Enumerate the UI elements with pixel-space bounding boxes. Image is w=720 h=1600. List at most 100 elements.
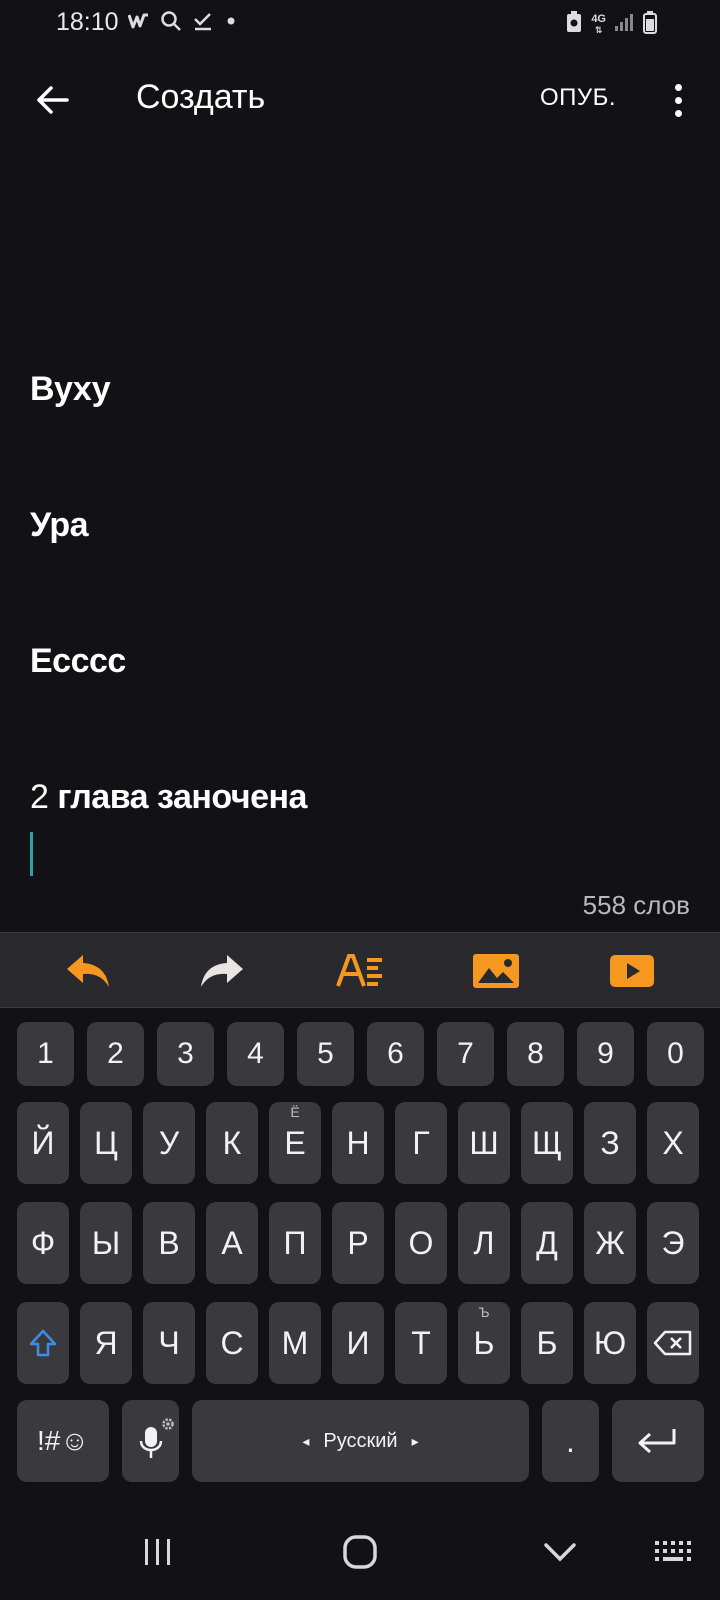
settings-gear-icon	[161, 1402, 175, 1439]
keyboard: 1 2 3 4 5 6 7 8 9 0 Й Ц У К Ё Е Н Г Ш Щ …	[0, 1008, 720, 1482]
key-letter[interactable]: И	[332, 1302, 384, 1384]
network-type: 4G ⇅	[591, 12, 606, 35]
period-key[interactable]: .	[542, 1400, 599, 1482]
publish-button[interactable]: ОПУБ.	[540, 84, 616, 112]
text-format-button[interactable]	[310, 933, 410, 1009]
chapter-number: 2	[30, 778, 49, 816]
key-letter[interactable]: Ф	[17, 1202, 69, 1284]
key-2[interactable]: 2	[87, 1022, 144, 1086]
backspace-key[interactable]	[647, 1302, 699, 1384]
image-icon	[473, 954, 519, 988]
status-notifications	[127, 10, 238, 37]
key-3[interactable]: 3	[157, 1022, 214, 1086]
key-letter[interactable]: Ю	[584, 1302, 636, 1384]
signal-icon	[614, 12, 634, 37]
paragraph[interactable]: Ура	[30, 506, 89, 545]
hide-keyboard-button[interactable]	[538, 1530, 582, 1574]
shift-key[interactable]	[17, 1302, 69, 1384]
backspace-icon	[653, 1330, 692, 1356]
symbols-key[interactable]: !#☺	[17, 1400, 109, 1482]
insert-image-button[interactable]	[446, 933, 546, 1009]
story-editor[interactable]: Вуху Ура Еcccc 2 глава заночена 558 слов	[0, 140, 720, 930]
key-letter[interactable]: Р	[332, 1202, 384, 1284]
key-alt-char: Ъ	[478, 1304, 490, 1320]
page-title: Создать	[136, 78, 266, 116]
enter-key[interactable]	[612, 1400, 704, 1482]
arrow-left-icon	[37, 86, 69, 114]
key-letter-soft-sign[interactable]: Ъ Ь	[458, 1302, 510, 1384]
notification-dot-icon	[224, 14, 238, 33]
battery-saver-icon	[565, 11, 583, 38]
chapter-text: глава заночена	[57, 778, 307, 816]
key-letter[interactable]: О	[395, 1202, 447, 1284]
key-letter[interactable]: Я	[80, 1302, 132, 1384]
back-button[interactable]	[26, 74, 78, 126]
navigation-bar	[0, 1500, 720, 1600]
key-8[interactable]: 8	[507, 1022, 564, 1086]
key-letter[interactable]: Ж	[584, 1202, 636, 1284]
key-letter[interactable]: Н	[332, 1102, 384, 1184]
status-system-icons: 4G ⇅	[565, 10, 658, 39]
key-6[interactable]: 6	[367, 1022, 424, 1086]
undo-icon	[67, 955, 109, 987]
undo-button[interactable]	[38, 933, 138, 1009]
space-key[interactable]: ◂ Русский ▸	[192, 1400, 529, 1482]
battery-icon	[642, 10, 658, 39]
key-letter[interactable]: Ш	[458, 1102, 510, 1184]
key-letter[interactable]: П	[269, 1202, 321, 1284]
paragraph[interactable]: Еcccc	[30, 642, 126, 681]
redo-icon	[201, 955, 243, 987]
key-letter[interactable]: Т	[395, 1302, 447, 1384]
key-alt-char: Ё	[290, 1104, 300, 1120]
paragraph-last[interactable]: 2 глава заночена	[30, 778, 307, 817]
key-letter[interactable]: Г	[395, 1102, 447, 1184]
formatting-toolbar	[0, 932, 720, 1008]
key-letter[interactable]: Л	[458, 1202, 510, 1284]
key-letter[interactable]: Ц	[80, 1102, 132, 1184]
more-options-icon[interactable]	[660, 74, 696, 126]
key-letter[interactable]: С	[206, 1302, 258, 1384]
key-1[interactable]: 1	[17, 1022, 74, 1086]
home-button[interactable]	[338, 1530, 382, 1574]
key-letter[interactable]: Ч	[143, 1302, 195, 1384]
key-letter[interactable]: К	[206, 1102, 258, 1184]
insert-video-button[interactable]	[582, 933, 682, 1009]
key-5[interactable]: 5	[297, 1022, 354, 1086]
enter-icon	[638, 1429, 676, 1454]
status-bar: 18:10 4G ⇅	[0, 0, 720, 46]
video-icon	[610, 955, 654, 987]
voice-input-key[interactable]	[122, 1400, 179, 1482]
key-letter[interactable]: Й	[17, 1102, 69, 1184]
text-format-icon	[336, 954, 382, 987]
key-letter[interactable]: Б	[521, 1302, 573, 1384]
key-0[interactable]: 0	[647, 1022, 704, 1086]
key-letter[interactable]: Щ	[521, 1102, 573, 1184]
chevron-down-icon	[544, 1543, 576, 1562]
key-letter[interactable]: Х	[647, 1102, 699, 1184]
key-letter[interactable]: Д	[521, 1202, 573, 1284]
word-count: 558 слов	[582, 890, 690, 920]
key-letter[interactable]: В	[143, 1202, 195, 1284]
key-letter[interactable]: У	[143, 1102, 195, 1184]
language-label: Русский	[323, 1429, 398, 1452]
chevron-left-icon: ◂	[302, 1432, 310, 1449]
key-7[interactable]: 7	[437, 1022, 494, 1086]
key-letter[interactable]: З	[584, 1102, 636, 1184]
download-done-icon	[192, 10, 214, 37]
shift-icon	[29, 1329, 57, 1357]
text-cursor	[30, 832, 33, 876]
recent-apps-icon	[145, 1539, 170, 1565]
search-icon	[160, 10, 182, 37]
key-letter-e[interactable]: Ё Е	[269, 1102, 321, 1184]
home-icon	[343, 1535, 377, 1569]
key-9[interactable]: 9	[577, 1022, 634, 1086]
key-letter[interactable]: А	[206, 1202, 258, 1284]
redo-button[interactable]	[172, 933, 272, 1009]
key-letter[interactable]: Ы	[80, 1202, 132, 1284]
key-letter[interactable]: М	[269, 1302, 321, 1384]
keyboard-switch-button[interactable]	[650, 1530, 696, 1574]
paragraph[interactable]: Вуху	[30, 370, 111, 409]
key-letter[interactable]: Э	[647, 1202, 699, 1284]
recent-apps-button[interactable]	[138, 1530, 178, 1574]
key-4[interactable]: 4	[227, 1022, 284, 1086]
